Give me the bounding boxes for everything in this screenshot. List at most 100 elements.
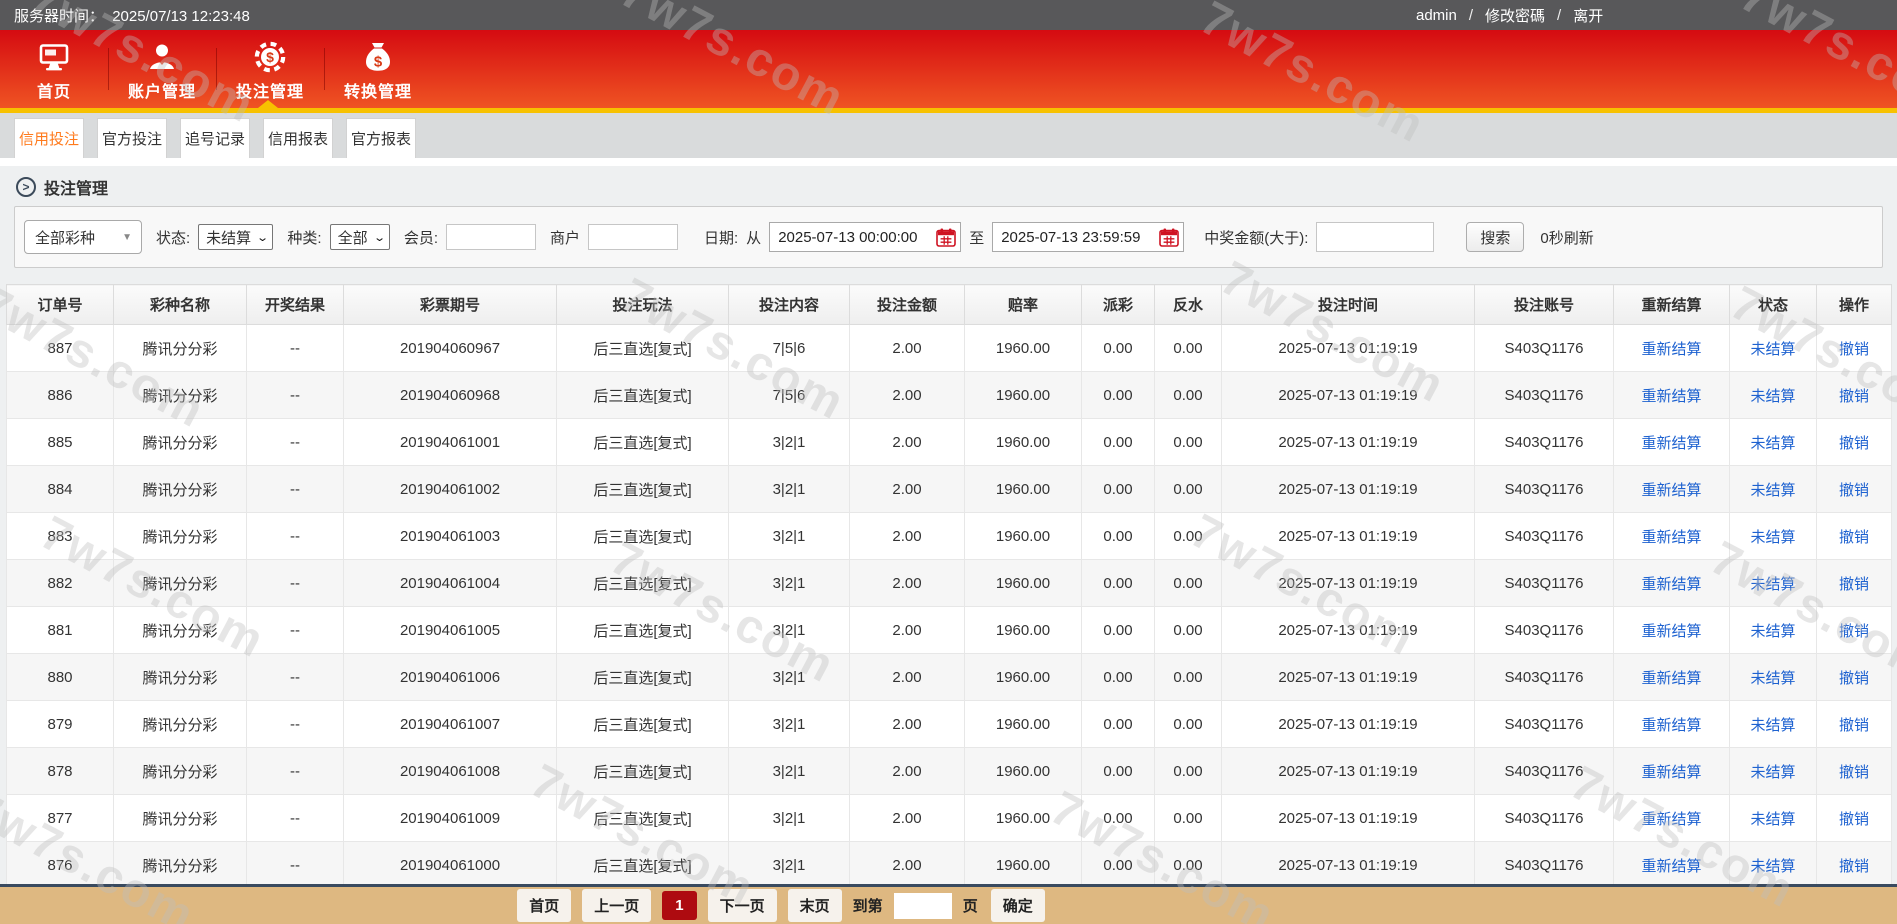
logout-link[interactable]: 离开 bbox=[1573, 5, 1603, 26]
resettle-link[interactable]: 重新结算 bbox=[1641, 341, 1701, 358]
cancel-link[interactable]: 撤销 bbox=[1839, 341, 1869, 358]
tab-official-bet[interactable]: 官方投注 bbox=[97, 118, 167, 158]
resettle-link[interactable]: 重新结算 bbox=[1641, 764, 1701, 781]
resettle-link[interactable]: 重新结算 bbox=[1641, 435, 1701, 452]
status-link[interactable]: 未结算 bbox=[1750, 764, 1795, 781]
cancel-link[interactable]: 撤销 bbox=[1839, 576, 1869, 593]
status-link[interactable]: 未结算 bbox=[1750, 858, 1795, 875]
cell-content: 3|2|1 bbox=[729, 466, 850, 513]
cancel-link[interactable]: 撤销 bbox=[1839, 623, 1869, 640]
merchant-input[interactable] bbox=[588, 224, 678, 250]
date-to-label: 至 bbox=[969, 227, 984, 248]
cell-content: 7|5|6 bbox=[729, 372, 850, 419]
nav-item-label: 投注管理 bbox=[236, 78, 304, 102]
cell-amount: 2.00 bbox=[850, 513, 965, 560]
cell-payout: 0.00 bbox=[1082, 325, 1155, 372]
first-page-button[interactable]: 首页 bbox=[517, 889, 571, 922]
tab-credit-bet[interactable]: 信用投注 bbox=[14, 118, 84, 158]
change-password-link[interactable]: 修改密碼 bbox=[1485, 5, 1545, 26]
status-link[interactable]: 未结算 bbox=[1750, 717, 1795, 734]
cancel-link[interactable]: 撤销 bbox=[1839, 858, 1869, 875]
active-nav-indicator bbox=[258, 100, 278, 108]
status-link[interactable]: 未结算 bbox=[1750, 435, 1795, 452]
status-select[interactable]: 未结算 ⌄ bbox=[198, 224, 273, 250]
cancel-link[interactable]: 撤销 bbox=[1839, 670, 1869, 687]
goto-page-input[interactable] bbox=[894, 893, 952, 919]
cell-result: -- bbox=[247, 466, 344, 513]
cancel-link[interactable]: 撤销 bbox=[1839, 717, 1869, 734]
nav-item-home[interactable]: 首页 bbox=[0, 30, 108, 108]
current-page-button[interactable]: 1 bbox=[662, 891, 696, 920]
resettle-link[interactable]: 重新结算 bbox=[1641, 482, 1701, 499]
resettle-link[interactable]: 重新结算 bbox=[1641, 858, 1701, 875]
cell-rebate: 0.00 bbox=[1155, 654, 1222, 701]
tab-credit-report[interactable]: 信用报表 bbox=[263, 118, 333, 158]
resettle-link[interactable]: 重新结算 bbox=[1641, 623, 1701, 640]
status-link[interactable]: 未结算 bbox=[1750, 482, 1795, 499]
cancel-link[interactable]: 撤销 bbox=[1839, 811, 1869, 828]
date-to-input[interactable]: 2025-07-13 23:59:59 bbox=[992, 222, 1184, 252]
cancel-link[interactable]: 撤销 bbox=[1839, 435, 1869, 452]
cell-account: S403Q1176 bbox=[1475, 466, 1614, 513]
chevron-down-icon: ⌄ bbox=[256, 231, 269, 244]
calendar-icon[interactable] bbox=[936, 228, 956, 247]
search-button[interactable]: 搜索 bbox=[1466, 222, 1524, 252]
table-row: 881腾讯分分彩--201904061005后三直选[复式]3|2|12.001… bbox=[7, 607, 1892, 654]
cell-account: S403Q1176 bbox=[1475, 748, 1614, 795]
cell-action: 撤销 bbox=[1817, 748, 1892, 795]
tab-official-report[interactable]: 官方报表 bbox=[346, 118, 416, 158]
cell-resettle: 重新结算 bbox=[1614, 701, 1730, 748]
cell-content: 3|2|1 bbox=[729, 607, 850, 654]
cell-order: 879 bbox=[7, 701, 114, 748]
cell-rebate: 0.00 bbox=[1155, 560, 1222, 607]
cell-play: 后三直选[复式] bbox=[557, 795, 729, 842]
cancel-link[interactable]: 撤销 bbox=[1839, 764, 1869, 781]
calendar-icon[interactable] bbox=[1159, 228, 1179, 247]
lottery-select[interactable]: 全部彩种 ▼ bbox=[24, 220, 142, 254]
member-label: 会员: bbox=[404, 227, 438, 248]
status-link[interactable]: 未结算 bbox=[1750, 388, 1795, 405]
bet-table: 订单号彩种名称开奖结果彩票期号投注玩法投注内容投注金额赔率派彩反水投注时间投注账… bbox=[6, 284, 1892, 889]
cell-amount: 2.00 bbox=[850, 419, 965, 466]
status-link[interactable]: 未结算 bbox=[1750, 341, 1795, 358]
resettle-link[interactable]: 重新结算 bbox=[1641, 811, 1701, 828]
status-link[interactable]: 未结算 bbox=[1750, 670, 1795, 687]
resettle-link[interactable]: 重新结算 bbox=[1641, 529, 1701, 546]
cancel-link[interactable]: 撤销 bbox=[1839, 529, 1869, 546]
prev-page-button[interactable]: 上一页 bbox=[582, 889, 651, 922]
cell-odds: 1960.00 bbox=[965, 513, 1082, 560]
type-select[interactable]: 全部 ⌄ bbox=[330, 224, 390, 250]
nav-item-account[interactable]: 账户管理 bbox=[108, 30, 216, 108]
cell-order: 877 bbox=[7, 795, 114, 842]
lottery-select-value: 全部彩种 bbox=[35, 227, 95, 248]
server-time-value: 2025/07/13 12:23:48 bbox=[112, 8, 250, 25]
tab-bottom-strip bbox=[0, 158, 1897, 166]
status-link[interactable]: 未结算 bbox=[1750, 623, 1795, 640]
cell-action: 撤销 bbox=[1817, 607, 1892, 654]
column-header: 操作 bbox=[1817, 285, 1892, 325]
resettle-link[interactable]: 重新结算 bbox=[1641, 670, 1701, 687]
cell-action: 撤销 bbox=[1817, 654, 1892, 701]
member-input[interactable] bbox=[446, 224, 536, 250]
column-header: 投注账号 bbox=[1475, 285, 1614, 325]
username[interactable]: admin bbox=[1416, 7, 1457, 24]
nav-item-betting[interactable]: $ 投注管理 bbox=[216, 30, 324, 108]
win-amount-input[interactable] bbox=[1316, 222, 1434, 252]
nav-item-convert[interactable]: $转换管理 bbox=[324, 30, 432, 108]
last-page-button[interactable]: 末页 bbox=[788, 889, 842, 922]
tab-chase-record[interactable]: 追号记录 bbox=[180, 118, 250, 158]
svg-text:$: $ bbox=[266, 49, 274, 65]
status-link[interactable]: 未结算 bbox=[1750, 576, 1795, 593]
next-page-button[interactable]: 下一页 bbox=[708, 889, 777, 922]
status-link[interactable]: 未结算 bbox=[1750, 811, 1795, 828]
resettle-link[interactable]: 重新结算 bbox=[1641, 717, 1701, 734]
merchant-label: 商户 bbox=[550, 227, 580, 248]
goto-confirm-button[interactable]: 确定 bbox=[991, 889, 1045, 922]
status-link[interactable]: 未结算 bbox=[1750, 529, 1795, 546]
resettle-link[interactable]: 重新结算 bbox=[1641, 576, 1701, 593]
cancel-link[interactable]: 撤销 bbox=[1839, 482, 1869, 499]
cell-play: 后三直选[复式] bbox=[557, 701, 729, 748]
date-from-input[interactable]: 2025-07-13 00:00:00 bbox=[769, 222, 961, 252]
cancel-link[interactable]: 撤销 bbox=[1839, 388, 1869, 405]
resettle-link[interactable]: 重新结算 bbox=[1641, 388, 1701, 405]
